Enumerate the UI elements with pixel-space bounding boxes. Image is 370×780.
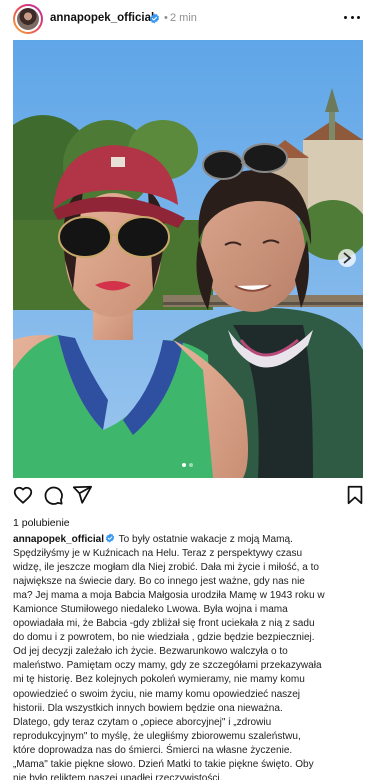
caption-line: Spędziłyśmy je w Kuźnicach na Helu. Tera… [13, 548, 303, 560]
more-horizontal-icon [344, 15, 347, 19]
post-header: annapopek_official • 2 min [0, 0, 370, 40]
caption-line: ma? Jej mama a moja Babcia Małgosia urod… [13, 590, 325, 602]
more-options-button[interactable] [344, 10, 360, 24]
post-image[interactable] [13, 40, 363, 478]
heart-icon [13, 486, 33, 504]
caption-username[interactable]: annapopek_official [13, 534, 104, 545]
like-button[interactable] [12, 484, 34, 506]
caption-line: opowiedzieć o swoim życiu, nie mamy komu… [13, 688, 301, 700]
avatar-border [15, 6, 41, 32]
post-caption: annapopek_official To były ostatnie waka… [13, 533, 365, 780]
caption-line: reprodukcyjnym" to myślę, że uległiśmy z… [13, 730, 301, 742]
like-count[interactable]: 1 polubienie [13, 517, 70, 529]
verified-badge-icon [149, 13, 160, 24]
caption-line: największe na świecie dary. Bo co innego… [13, 576, 305, 588]
post-photo [13, 40, 363, 478]
verified-badge-icon [105, 533, 115, 543]
caption-line: Kamionce Stumiłowego niedaleko Lwowa. By… [13, 604, 288, 616]
save-button[interactable] [344, 484, 366, 506]
post-timestamp: 2 min [170, 12, 197, 24]
caption-first-line: annapopek_official To były ostatnie waka… [13, 533, 365, 547]
share-button[interactable] [71, 484, 93, 506]
caption-line: „Mama" takie piękne słowo. Dzień Matki t… [13, 758, 314, 770]
caption-line: Dlatego, gdy teraz czytam o „opiece abor… [13, 716, 272, 728]
caption-line: historii. Dla wszystkich innych bowiem b… [13, 702, 283, 714]
bookmark-icon [347, 485, 363, 505]
post-actions-bar [0, 484, 370, 510]
caption-line: widzę, ile jeszcze mogłam dla Niej zrobi… [13, 562, 319, 574]
header-separator: • [164, 12, 168, 24]
caption-line: opowiadała mi, że Babcia -gdy zbliżał si… [13, 618, 315, 630]
comment-button[interactable] [42, 484, 64, 506]
avatar-image [17, 8, 39, 30]
caption-line: nie było reliktem naszej upadłej rzeczyw… [13, 772, 223, 780]
caption-line: do domu i z powrotem, bo nie wiedziała ,… [13, 632, 315, 644]
more-dot [350, 15, 354, 19]
caption-line: które doprowadza nas do śmierci. Śmierci… [13, 744, 293, 756]
post-username[interactable]: annapopek_official [50, 12, 154, 24]
comment-icon [44, 486, 63, 505]
caption-text: To były ostatnie wakacje z moją Mamą. [118, 534, 293, 545]
share-icon [72, 485, 93, 504]
more-dot [357, 15, 360, 19]
caption-line: maleństwo. Pamiętam oczy mamy, gdy ze sz… [13, 660, 322, 672]
avatar[interactable] [13, 4, 43, 34]
caption-line: mi tę historię. Bez kolejnych pokoleń wy… [13, 674, 305, 686]
caption-line: Od jej decyzji zależało ich życie. Bezwa… [13, 646, 288, 658]
